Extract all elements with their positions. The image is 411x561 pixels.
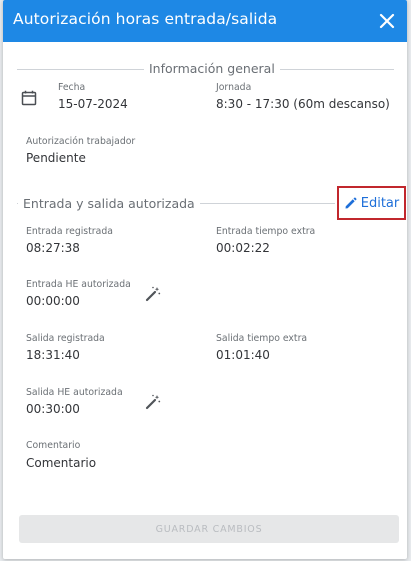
comentario-field[interactable]: Comentario: [26, 456, 96, 470]
comentario-label: Comentario: [26, 440, 81, 451]
salida-registrada-value: 18:31:40: [26, 348, 80, 362]
edit-button[interactable]: Editar: [337, 186, 406, 220]
entrada-he-autorizada-label: Entrada HE autorizada: [26, 279, 131, 290]
salida-he-autorizada-value: 00:30:00: [26, 402, 80, 416]
salida-he-autorizada-label: Salida HE autorizada: [26, 387, 123, 398]
salida-tiempo-extra-label: Salida tiempo extra: [216, 333, 308, 344]
entrada-tiempo-extra-label: Entrada tiempo extra: [216, 226, 316, 237]
salida-tiempo-extra-value: 01:01:40: [216, 348, 270, 362]
entrada-tiempo-extra-value: 00:02:22: [216, 241, 270, 255]
magic-wand-icon[interactable]: [145, 286, 161, 302]
fecha-value: 15-07-2024: [58, 97, 128, 111]
fecha-label: Fecha: [58, 82, 86, 93]
jornada-label: Jornada: [216, 82, 252, 93]
salida-registrada-label: Salida registrada: [26, 333, 105, 344]
autorizacion-trabajador-value: Pendiente: [26, 151, 86, 165]
jornada-value: 8:30 - 17:30 (60m descanso): [216, 97, 390, 111]
entrada-registrada-value: 08:27:38: [26, 241, 80, 255]
save-changes-button[interactable]: GUARDAR CAMBIOS: [19, 515, 399, 543]
pencil-icon: [345, 197, 357, 208]
calendar-icon: [21, 90, 37, 106]
section-title-authorized: Entrada y salida autorizada: [18, 196, 200, 211]
entrada-he-autorizada-value: 00:00:00: [26, 294, 80, 308]
section-title-general: Información general: [144, 61, 280, 76]
edit-button-label: Editar: [360, 195, 400, 211]
dialog-title: Autorización horas entrada/salida: [13, 10, 278, 28]
dialog-header: Autorización horas entrada/salida: [3, 0, 407, 42]
autorizacion-trabajador-label: Autorización trabajador: [26, 136, 136, 147]
magic-wand-icon[interactable]: [145, 394, 161, 410]
close-icon[interactable]: [376, 10, 398, 32]
authorization-dialog: Autorización horas entrada/salida Inform…: [3, 0, 407, 559]
entrada-registrada-label: Entrada registrada: [26, 226, 113, 237]
